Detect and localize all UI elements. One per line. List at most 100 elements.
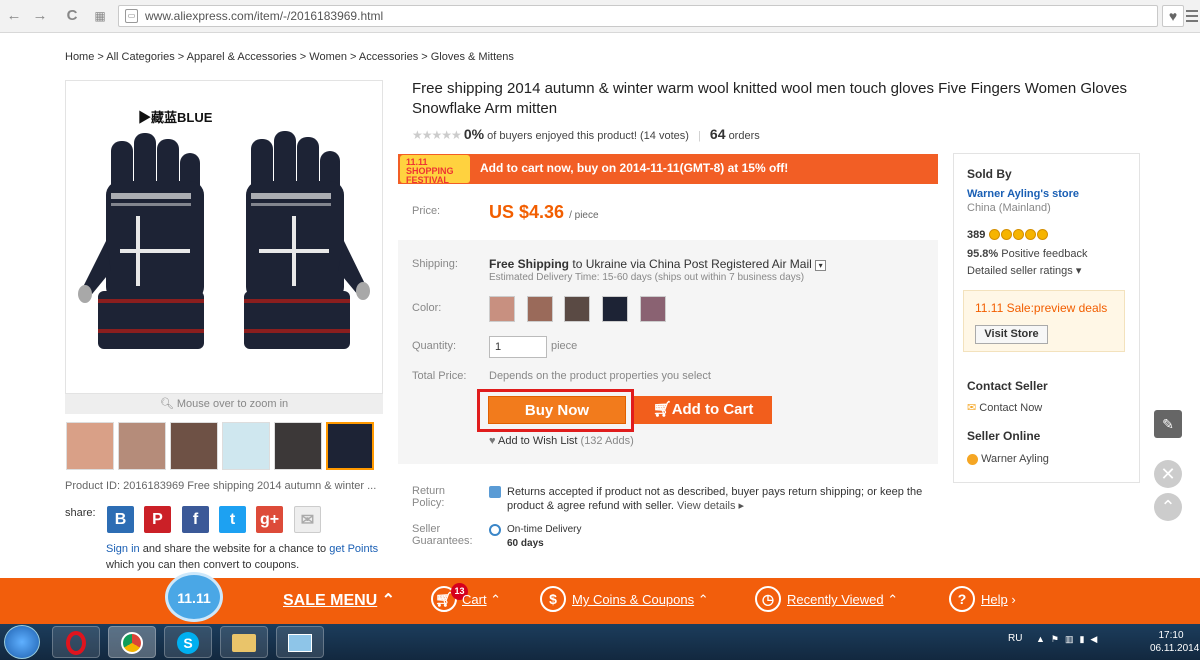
reload-icon[interactable]: C bbox=[62, 6, 82, 26]
recently-viewed-link[interactable]: Recently Viewed ⌃ bbox=[787, 592, 898, 608]
sale-preview-link[interactable]: 11.11 Sale:preview deals bbox=[975, 301, 1107, 315]
promo-banner[interactable]: 11.11 SHOPPING FESTIVAL Add to cart now,… bbox=[398, 154, 938, 185]
close-icon[interactable]: ✕ bbox=[1154, 460, 1182, 488]
chat-icon bbox=[967, 453, 978, 465]
color-option-1[interactable] bbox=[489, 296, 515, 322]
gloves-illustration bbox=[78, 131, 370, 349]
add-to-wish-list[interactable]: ♥ Add to Wish List (132 Adds) bbox=[489, 435, 634, 447]
seller-score[interactable]: 389 bbox=[967, 228, 1049, 241]
quantity-unit: piece bbox=[551, 340, 578, 352]
return-policy-icon bbox=[489, 486, 501, 498]
opera-taskbar-icon[interactable] bbox=[52, 626, 100, 658]
total-price-text: Depends on the product properties you se… bbox=[489, 370, 711, 382]
delivery-estimate: Estimated Delivery Time: 15-60 days (shi… bbox=[489, 272, 805, 283]
contact-now-link[interactable]: ✉ Contact Now bbox=[967, 401, 1042, 414]
page-icon: ▭ bbox=[125, 9, 138, 23]
product-main-image[interactable]: ▶藏蓝BLUE bbox=[65, 80, 383, 394]
address-bar[interactable]: ▭ www.aliexpress.com/item/-/2016183969.h… bbox=[118, 5, 1158, 27]
share-label: share: bbox=[65, 507, 96, 519]
add-to-cart-button[interactable]: 🛒︎Add to Cart bbox=[634, 396, 772, 424]
thumbnail-5[interactable] bbox=[274, 422, 322, 470]
email-share-icon[interactable]: ✉ bbox=[294, 506, 321, 533]
price-label: Price: bbox=[412, 205, 441, 217]
positive-feedback: 95.8% Positive feedback bbox=[967, 248, 1088, 260]
thumbnail-6-selected[interactable] bbox=[326, 422, 374, 470]
get-points-link[interactable]: get Points bbox=[329, 543, 378, 555]
clock-history-icon[interactable]: ◷ bbox=[755, 586, 781, 612]
coins-coupons-link[interactable]: My Coins & Coupons ⌃ bbox=[572, 592, 709, 608]
rating-stars-icon: ★★★★★ bbox=[412, 128, 462, 142]
shipping-dropdown-icon[interactable]: ▾ bbox=[815, 260, 827, 271]
window-taskbar-icon[interactable] bbox=[276, 626, 324, 658]
quantity-input[interactable]: 1 bbox=[489, 336, 547, 358]
help-icon[interactable]: ? bbox=[949, 586, 975, 612]
product-title: Free shipping 2014 autumn & winter warm … bbox=[412, 80, 1128, 117]
cart-link[interactable]: Cart ⌃ bbox=[462, 592, 501, 608]
rating-row: ★★★★★ 0% of buyers enjoyed this product!… bbox=[412, 126, 760, 142]
chrome-taskbar-icon[interactable] bbox=[108, 626, 156, 658]
magnifier-icon: 🔍︎ bbox=[159, 398, 174, 410]
thumbnail-3[interactable] bbox=[170, 422, 218, 470]
on-time-delivery: On-time Delivery 60 days bbox=[507, 524, 582, 549]
clock[interactable]: 17:10 06.11.2014 bbox=[1150, 629, 1199, 655]
favorite-heart-icon[interactable]: ♥ bbox=[1162, 5, 1184, 27]
shipping-method[interactable]: Free Shipping to Ukraine via China Post … bbox=[489, 257, 827, 271]
back-icon[interactable]: ← bbox=[4, 6, 24, 26]
sale-menu-button[interactable]: SALE MENU ⌃ bbox=[283, 590, 395, 610]
thumbnail-1[interactable] bbox=[66, 422, 114, 470]
total-price-label: Total Price: bbox=[412, 370, 467, 382]
seller-guarantees-label: Seller Guarantees: bbox=[412, 523, 473, 547]
coins-icon[interactable]: $ bbox=[540, 586, 566, 612]
feedback-edit-icon[interactable]: ✎ bbox=[1154, 410, 1182, 438]
forward-icon[interactable]: → bbox=[30, 6, 50, 26]
thumbnail-4[interactable] bbox=[222, 422, 270, 470]
detailed-ratings-dropdown[interactable]: Detailed seller ratings ▾ bbox=[967, 264, 1081, 277]
facebook-share-icon[interactable]: f bbox=[182, 506, 209, 533]
folder-taskbar-icon[interactable] bbox=[220, 626, 268, 658]
color-label: Color: bbox=[412, 302, 442, 314]
blogger-share-icon[interactable]: B bbox=[107, 506, 134, 533]
language-indicator[interactable]: RU bbox=[1008, 633, 1022, 644]
zoom-hint-text: Mouse over to zoom in bbox=[176, 398, 289, 410]
color-option-3[interactable] bbox=[564, 296, 590, 322]
pinterest-share-icon[interactable]: P bbox=[144, 506, 171, 533]
sale-preview-box: 11.11 Sale:preview deals Visit Store bbox=[963, 290, 1125, 352]
color-option-2[interactable] bbox=[527, 296, 553, 322]
help-link[interactable]: Help › bbox=[981, 592, 1016, 607]
promo-text: Add to cart now, buy on 2014-11-11(GMT-8… bbox=[480, 161, 789, 175]
thumbnail-2[interactable] bbox=[118, 422, 166, 470]
visit-store-button[interactable]: Visit Store bbox=[975, 325, 1048, 344]
color-option-5[interactable] bbox=[640, 296, 666, 322]
clock-icon bbox=[489, 524, 501, 536]
sold-by-heading: Sold By bbox=[967, 167, 1012, 181]
view-details-link[interactable]: View details ▸ bbox=[677, 500, 744, 512]
browser-menu-icon[interactable] bbox=[1186, 7, 1198, 23]
sale-badge[interactable]: 11.11 bbox=[165, 572, 223, 622]
seller-online-heading: Seller Online bbox=[967, 429, 1041, 443]
store-link[interactable]: Warner Ayling's store bbox=[967, 188, 1079, 200]
share-info: Sign in and share the website for a chan… bbox=[106, 543, 379, 571]
tray-icons[interactable]: ▲⚑▥▮◀ bbox=[1036, 634, 1103, 645]
product-id-line: Product ID: 2016183969 Free shipping 201… bbox=[65, 480, 377, 492]
scroll-top-icon[interactable]: ⌃ bbox=[1154, 493, 1182, 521]
color-option-4[interactable] bbox=[602, 296, 628, 322]
return-policy-label: Return Policy: bbox=[412, 485, 446, 509]
sign-in-link[interactable]: Sign in bbox=[106, 543, 140, 555]
apps-grid-icon[interactable]: ▦ bbox=[90, 6, 110, 26]
heart-icon: ♥ bbox=[489, 435, 496, 447]
quantity-label: Quantity: bbox=[412, 340, 457, 352]
cart-icon: 🛒︎ bbox=[652, 401, 672, 418]
url-text: www.aliexpress.com/item/-/2016183969.htm… bbox=[145, 9, 384, 23]
breadcrumb[interactable]: Home > All Categories > Apparel & Access… bbox=[65, 51, 514, 63]
shipping-label: Shipping: bbox=[412, 258, 458, 270]
price-value: US $4.36 / piece bbox=[489, 202, 599, 222]
contact-seller-heading: Contact Seller bbox=[967, 379, 1048, 393]
buy-now-button[interactable]: Buy Now bbox=[488, 396, 626, 424]
browser-toolbar: ← → C ▦ ▭ www.aliexpress.com/item/-/2016… bbox=[0, 0, 1200, 33]
start-button-icon[interactable] bbox=[4, 625, 40, 659]
twitter-share-icon[interactable]: t bbox=[219, 506, 246, 533]
skype-taskbar-icon[interactable]: S bbox=[164, 626, 212, 658]
zoom-hint-bar: 🔍︎ Mouse over to zoom in bbox=[65, 394, 383, 414]
google-plus-share-icon[interactable]: g+ bbox=[256, 506, 283, 533]
seller-online-name[interactable]: Warner Ayling bbox=[967, 453, 1049, 465]
